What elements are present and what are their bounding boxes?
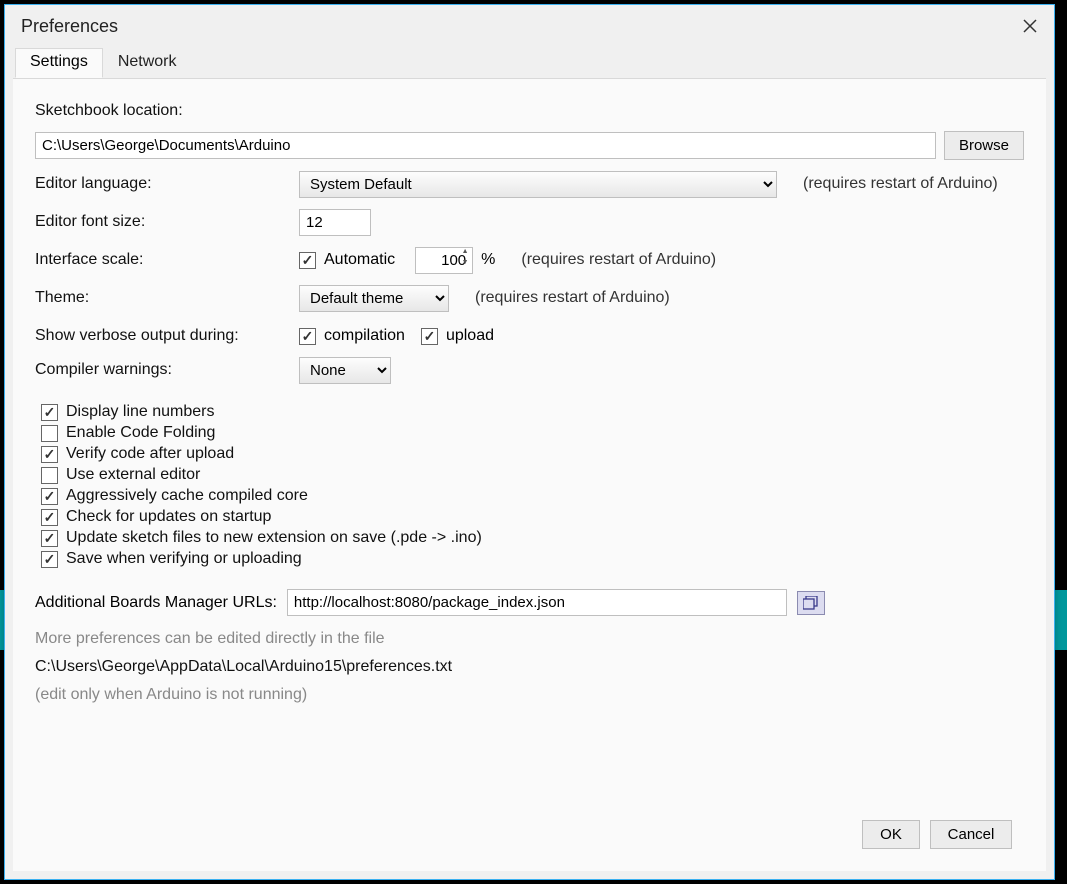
language-hint: (requires restart of Arduino) xyxy=(803,175,998,193)
prefs-file-path[interactable]: C:\Users\George\AppData\Local\Arduino15\… xyxy=(35,658,1024,676)
settings-panel: Sketchbook location: Browse Editor langu… xyxy=(13,78,1046,871)
scale-spinner[interactable]: ▲▼ xyxy=(459,249,471,272)
scale-label: Interface scale: xyxy=(35,251,291,269)
verbose-upload-label: upload xyxy=(446,327,494,345)
options-list: Display line numbers Enable Code Folding… xyxy=(35,400,1024,571)
dialog-title: Preferences xyxy=(21,16,118,37)
scale-auto-checkbox[interactable] xyxy=(299,252,316,269)
boards-url-input[interactable] xyxy=(287,589,787,616)
sketchbook-path-input[interactable] xyxy=(35,132,936,159)
fontsize-input[interactable] xyxy=(299,209,371,236)
language-label: Editor language: xyxy=(35,175,291,193)
scale-pct: % xyxy=(481,251,495,269)
line-numbers-label: Display line numbers xyxy=(66,403,215,421)
update-ext-label: Update sketch files to new extension on … xyxy=(66,529,482,547)
theme-hint: (requires restart of Arduino) xyxy=(475,289,670,307)
verbose-label: Show verbose output during: xyxy=(35,327,291,345)
tabs: Settings Network xyxy=(5,47,1054,78)
tab-network[interactable]: Network xyxy=(103,48,192,78)
scale-auto-label: Automatic xyxy=(324,251,395,269)
scale-hint: (requires restart of Arduino) xyxy=(521,251,716,269)
language-select[interactable]: System Default xyxy=(299,171,777,198)
boards-url-label: Additional Boards Manager URLs: xyxy=(35,594,277,612)
line-numbers-checkbox[interactable] xyxy=(41,404,58,421)
tab-settings[interactable]: Settings xyxy=(15,48,103,78)
save-verify-checkbox[interactable] xyxy=(41,551,58,568)
browse-button[interactable]: Browse xyxy=(944,131,1024,160)
external-editor-checkbox[interactable] xyxy=(41,467,58,484)
code-folding-label: Enable Code Folding xyxy=(66,424,215,442)
sketchbook-label: Sketchbook location: xyxy=(35,102,291,120)
save-verify-label: Save when verifying or uploading xyxy=(66,550,302,568)
external-editor-label: Use external editor xyxy=(66,466,200,484)
check-updates-checkbox[interactable] xyxy=(41,509,58,526)
warnings-label: Compiler warnings: xyxy=(35,361,291,379)
code-folding-checkbox[interactable] xyxy=(41,425,58,442)
close-icon[interactable] xyxy=(1018,14,1042,38)
verbose-compilation-label: compilation xyxy=(324,327,405,345)
cache-core-checkbox[interactable] xyxy=(41,488,58,505)
verify-upload-checkbox[interactable] xyxy=(41,446,58,463)
more-prefs-text: More preferences can be edited directly … xyxy=(35,630,1024,648)
boards-url-expand-icon[interactable] xyxy=(797,591,825,615)
cancel-button[interactable]: Cancel xyxy=(930,820,1012,849)
titlebar: Preferences xyxy=(5,5,1054,47)
dialog-footer: OK Cancel xyxy=(35,810,1024,859)
update-ext-checkbox[interactable] xyxy=(41,530,58,547)
check-updates-label: Check for updates on startup xyxy=(66,508,271,526)
warnings-select[interactable]: None xyxy=(299,357,391,384)
cache-core-label: Aggressively cache compiled core xyxy=(66,487,308,505)
verbose-compilation-checkbox[interactable] xyxy=(299,328,316,345)
edit-only-text: (edit only when Arduino is not running) xyxy=(35,686,1024,704)
ok-button[interactable]: OK xyxy=(862,820,920,849)
theme-label: Theme: xyxy=(35,289,291,307)
preferences-dialog: Preferences Settings Network Sketchbook … xyxy=(4,4,1055,880)
verbose-upload-checkbox[interactable] xyxy=(421,328,438,345)
theme-select[interactable]: Default theme xyxy=(299,285,449,312)
fontsize-label: Editor font size: xyxy=(35,213,291,231)
verify-upload-label: Verify code after upload xyxy=(66,445,234,463)
